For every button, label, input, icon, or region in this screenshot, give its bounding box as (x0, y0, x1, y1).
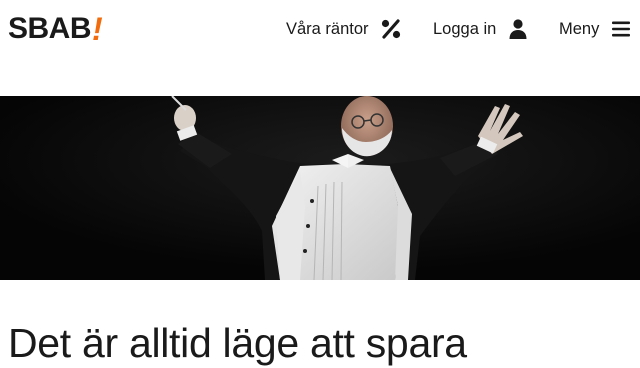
logo-exclamation-mark: ! (92, 11, 103, 47)
hamburger-menu-icon (612, 21, 631, 37)
nav-login-label: Logga in (433, 19, 497, 38)
nav-our-rates-label: Våra räntor (286, 19, 369, 38)
nav-our-rates-link[interactable]: Våra räntor (286, 16, 403, 42)
logo-text: SBAB (8, 12, 92, 45)
sbab-logo[interactable]: SBAB ! (8, 12, 103, 46)
site-header: SBAB ! Våra räntor Logga in Meny (0, 0, 640, 58)
hero-image (0, 96, 640, 280)
user-icon (509, 19, 527, 39)
nav-menu-label: Meny (559, 19, 600, 38)
percent-icon (381, 19, 400, 39)
page-headline: Det är alltid läge att spara (8, 320, 467, 366)
nav-login-link[interactable]: Logga in (433, 16, 530, 42)
conductor-illustration (0, 96, 640, 280)
nav-menu-button[interactable]: Meny (559, 16, 633, 42)
